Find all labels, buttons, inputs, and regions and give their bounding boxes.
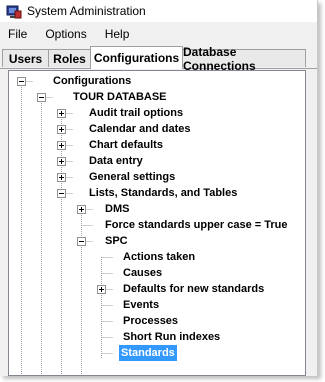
tab-configurations[interactable]: Configurations	[90, 46, 183, 69]
menu-help[interactable]: Help	[96, 24, 139, 44]
collapse-tour-database-toggle[interactable]	[37, 93, 46, 102]
expand-general-settings-toggle[interactable]	[57, 173, 66, 182]
collapse-spc-toggle[interactable]	[77, 237, 86, 246]
expand-data-entry-toggle[interactable]	[57, 157, 66, 166]
menu-file[interactable]: File	[0, 24, 36, 44]
tree-node-defaults-for-new-standards[interactable]: Defaults for new standards	[121, 281, 266, 297]
tab-users[interactable]: Users	[2, 49, 49, 67]
expand-calendar-toggle[interactable]	[57, 125, 66, 134]
tree-node-lists-standards-tables[interactable]: Lists, Standards, and Tables	[87, 185, 239, 201]
tree-node-audit-trail-options[interactable]: Audit trail options	[87, 105, 185, 121]
tree-node-calendar-and-dates[interactable]: Calendar and dates	[87, 121, 192, 137]
tree-node-general-settings[interactable]: General settings	[87, 169, 177, 185]
menu-bar: File Options Help	[0, 24, 317, 44]
expand-audit-trail-toggle[interactable]	[57, 109, 66, 118]
tab-roles[interactable]: Roles	[48, 49, 91, 67]
tab-database-connections[interactable]: Database Connections	[182, 45, 306, 73]
system-admin-app-icon	[6, 5, 22, 19]
tree-node-tour-database[interactable]: TOUR DATABASE	[71, 89, 169, 105]
title-bar[interactable]: System Administration	[0, 0, 317, 22]
expand-defaults-new-standards-toggle[interactable]	[97, 285, 106, 294]
tree-node-configurations[interactable]: Configurations	[51, 73, 133, 89]
tree-node-chart-defaults[interactable]: Chart defaults	[87, 137, 165, 153]
window-title: System Administration	[27, 4, 146, 18]
tree-node-short-run-indexes[interactable]: Short Run indexes	[121, 329, 222, 345]
tree-node-processes[interactable]: Processes	[121, 313, 180, 329]
system-administration-window: System Administration File Options Help …	[0, 0, 318, 376]
configuration-tree[interactable]: Configurations TOUR DATABASE Audit trail…	[8, 70, 306, 376]
tree-node-dms[interactable]: DMS	[103, 201, 131, 217]
expand-chart-defaults-toggle[interactable]	[57, 141, 66, 150]
tree-node-data-entry[interactable]: Data entry	[87, 153, 145, 169]
menu-options[interactable]: Options	[36, 24, 95, 44]
tree-node-force-standards-upper-case[interactable]: Force standards upper case = True	[103, 217, 290, 233]
tree-node-events[interactable]: Events	[121, 297, 161, 313]
tree-node-actions-taken[interactable]: Actions taken	[121, 249, 197, 265]
expand-dms-toggle[interactable]	[77, 205, 86, 214]
collapse-lists-standards-toggle[interactable]	[57, 189, 66, 198]
tree-node-causes[interactable]: Causes	[121, 265, 164, 281]
collapse-configurations-toggle[interactable]	[17, 77, 26, 86]
tree-node-spc[interactable]: SPC	[103, 233, 130, 249]
tree-node-standards[interactable]: Standards	[119, 345, 177, 361]
tab-strip: Users Roles Configurations Database Conn…	[0, 45, 317, 73]
